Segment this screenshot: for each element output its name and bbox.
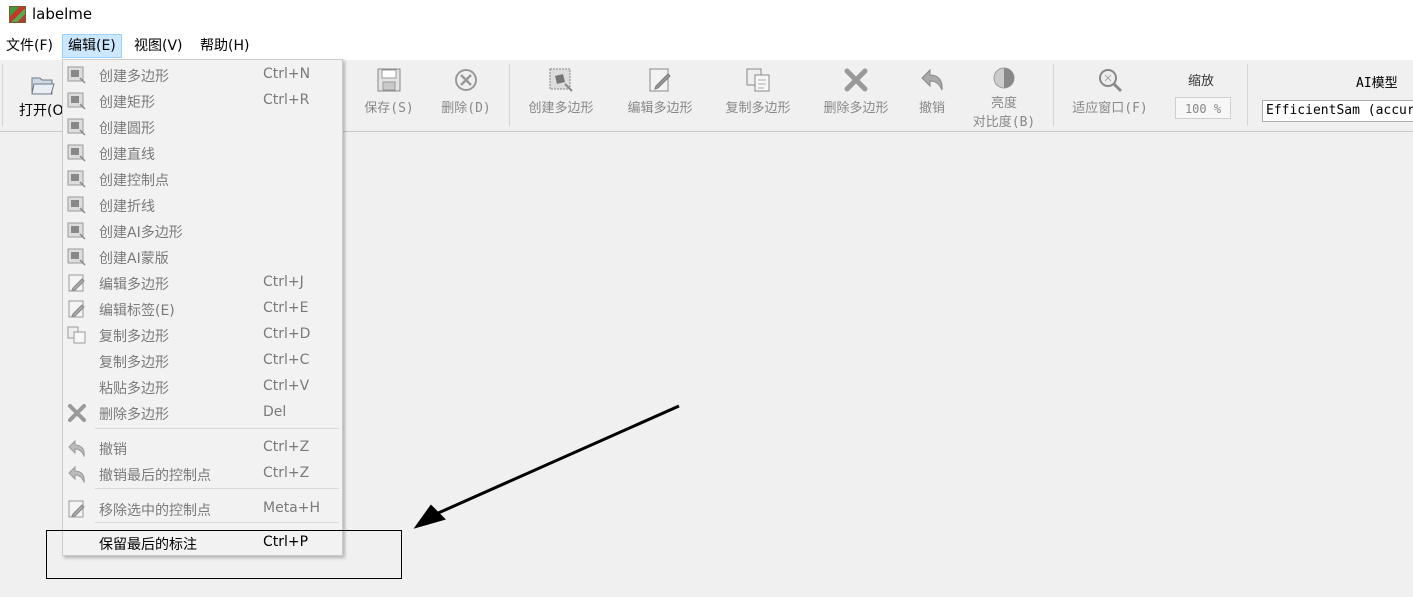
annotation-arrow [413,404,680,529]
